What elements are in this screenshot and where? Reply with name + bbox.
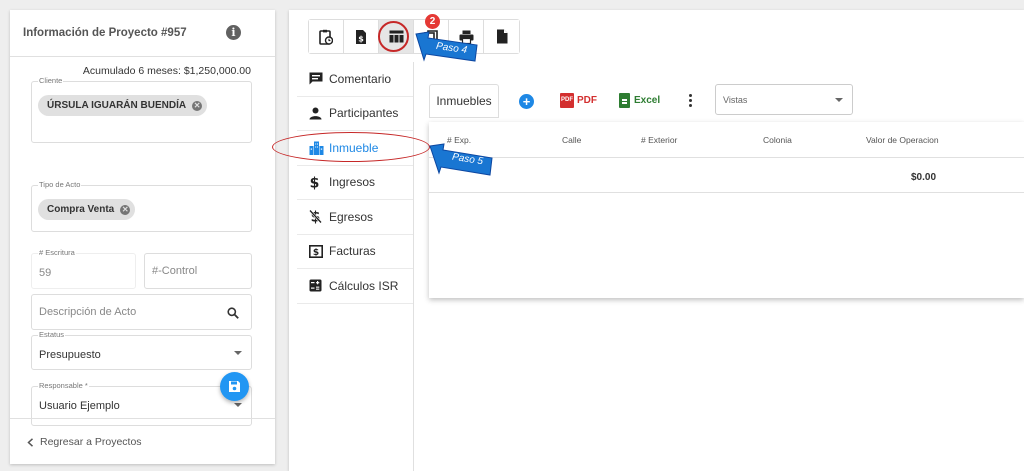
responsable-select[interactable]: Responsable * Usuario Ejemplo bbox=[31, 381, 252, 426]
divider bbox=[429, 192, 1024, 193]
menu-item-calculos-isr[interactable]: Cálculos ISR bbox=[297, 269, 413, 304]
divider bbox=[10, 418, 275, 419]
column-header-colonia[interactable]: Colonia bbox=[763, 135, 792, 145]
control-placeholder: #-Control bbox=[152, 265, 198, 277]
pdf-label: PDF bbox=[577, 95, 597, 106]
menu-item-facturas[interactable]: $ Facturas bbox=[297, 235, 413, 269]
cliente-field[interactable]: Cliente ÚRSULA IGUARÁN BUENDÍA ✕ bbox=[31, 76, 252, 143]
descripcion-placeholder: Descripción de Acto bbox=[39, 306, 137, 318]
comment-icon bbox=[309, 72, 323, 85]
pdf-icon: PDF bbox=[560, 93, 574, 108]
info-icon[interactable]: i bbox=[226, 25, 241, 40]
estatus-label: Estatus bbox=[38, 330, 66, 339]
dollar-off-icon: $ bbox=[309, 210, 322, 224]
column-header-calle[interactable]: Calle bbox=[562, 135, 581, 145]
menu-item-ingresos[interactable]: $ Ingresos bbox=[297, 166, 413, 200]
kebab-dot bbox=[689, 99, 692, 102]
inmuebles-table: # Exp. Calle # Exterior Colonia Valor de… bbox=[429, 122, 1024, 298]
escritura-field: # Escritura 59 bbox=[31, 248, 136, 289]
excel-label: Excel bbox=[634, 95, 661, 106]
escritura-value: 59 bbox=[39, 267, 52, 279]
chevron-down-icon bbox=[835, 98, 843, 102]
table-icon bbox=[389, 30, 403, 43]
menu-item-label: Facturas bbox=[329, 244, 376, 259]
kebab-dot bbox=[689, 94, 692, 97]
document-icon bbox=[496, 29, 507, 44]
tipo-acto-chip-label: Compra Venta bbox=[47, 204, 115, 215]
column-header-exterior[interactable]: # Exterior bbox=[641, 135, 677, 145]
cliente-label: Cliente bbox=[38, 76, 64, 85]
close-icon[interactable]: ✕ bbox=[120, 204, 131, 215]
menu-item-label: Participantes bbox=[329, 106, 399, 121]
step-4-callout: Paso 4 bbox=[414, 28, 480, 64]
table-view-button[interactable] bbox=[379, 20, 414, 53]
search-icon[interactable] bbox=[227, 307, 239, 319]
svg-text:$: $ bbox=[358, 34, 364, 43]
kebab-dot bbox=[689, 104, 692, 107]
notification-badge: 2 bbox=[425, 14, 440, 29]
save-icon bbox=[229, 381, 240, 392]
svg-text:$: $ bbox=[313, 248, 319, 258]
plus-icon: + bbox=[522, 94, 531, 109]
menu-item-label: Cálculos ISR bbox=[329, 278, 399, 293]
escritura-label: # Escritura bbox=[38, 248, 76, 257]
menu-item-label: Egresos bbox=[329, 209, 374, 224]
divider bbox=[10, 56, 275, 57]
responsable-value: Usuario Ejemplo bbox=[39, 400, 120, 412]
cliente-chip-label: ÚRSULA IGUARÁN BUENDÍA bbox=[47, 100, 187, 111]
estatus-value: Presupuesto bbox=[39, 349, 101, 361]
invoice-dollar-icon: $ bbox=[356, 29, 366, 44]
save-button[interactable] bbox=[220, 372, 249, 401]
tipo-acto-chip: Compra Venta ✕ bbox=[38, 199, 136, 220]
tab-inmuebles[interactable]: Inmuebles bbox=[429, 84, 499, 118]
control-input[interactable]: #-Control bbox=[144, 253, 252, 289]
cliente-chip: ÚRSULA IGUARÁN BUENDÍA ✕ bbox=[38, 95, 208, 116]
vistas-placeholder: Vistas bbox=[723, 94, 748, 105]
clipboard-clock-icon bbox=[319, 29, 333, 45]
more-options-button[interactable] bbox=[689, 94, 693, 107]
accumulated-total: Acumulado 6 meses: $1,250,000.00 bbox=[82, 65, 251, 77]
menu-item-label: Comentario bbox=[329, 71, 392, 86]
project-detail-panel: $ 2 Comentario Participantes Inmueble $ … bbox=[289, 10, 1024, 471]
column-header-valor[interactable]: Valor de Operacion bbox=[866, 135, 939, 145]
responsable-label: Responsable * bbox=[38, 381, 89, 390]
estatus-select[interactable]: Estatus Presupuesto bbox=[31, 330, 252, 370]
svg-text:$: $ bbox=[310, 175, 320, 190]
back-to-projects-link[interactable]: Regresar a Proyectos bbox=[27, 436, 142, 448]
calculator-icon bbox=[309, 279, 322, 292]
person-icon bbox=[309, 107, 322, 120]
clipboard-clock-button[interactable] bbox=[309, 20, 344, 53]
step-highlight-ellipse bbox=[272, 132, 430, 162]
total-value: $0.00 bbox=[911, 172, 937, 183]
tipo-acto-label: Tipo de Acto bbox=[38, 180, 82, 189]
section-menu: Comentario Participantes Inmueble $ Ingr… bbox=[297, 62, 414, 471]
excel-icon bbox=[619, 93, 630, 108]
descripcion-input[interactable]: Descripción de Acto bbox=[31, 294, 252, 330]
tipo-acto-field[interactable]: Tipo de Acto Compra Venta ✕ bbox=[31, 180, 252, 232]
invoice-dollar-button[interactable]: $ bbox=[344, 20, 379, 53]
step-5-callout: Paso 5 bbox=[428, 140, 494, 178]
close-icon[interactable]: ✕ bbox=[192, 100, 203, 111]
project-info-card: Información de Proyecto #957 i Acumulado… bbox=[10, 10, 275, 464]
receipt-dollar-icon: $ bbox=[309, 244, 323, 258]
chevron-left-icon bbox=[27, 437, 34, 447]
vistas-select[interactable]: Vistas bbox=[715, 84, 853, 115]
divider bbox=[429, 157, 1024, 158]
export-excel-button[interactable]: Excel bbox=[619, 93, 660, 108]
menu-item-label: Ingresos bbox=[329, 175, 376, 190]
document-button[interactable] bbox=[484, 20, 519, 53]
menu-item-comentario[interactable]: Comentario bbox=[297, 62, 413, 97]
add-inmueble-button[interactable]: + bbox=[519, 94, 534, 109]
back-label: Regresar a Proyectos bbox=[40, 436, 142, 448]
menu-item-participantes[interactable]: Participantes bbox=[297, 97, 413, 131]
chevron-down-icon bbox=[234, 351, 242, 355]
menu-item-egresos[interactable]: $ Egresos bbox=[297, 200, 413, 235]
chevron-down-icon bbox=[234, 403, 242, 407]
project-title: Información de Proyecto #957 bbox=[23, 27, 187, 39]
export-pdf-button[interactable]: PDF PDF bbox=[560, 93, 597, 108]
dollar-icon: $ bbox=[310, 175, 320, 190]
